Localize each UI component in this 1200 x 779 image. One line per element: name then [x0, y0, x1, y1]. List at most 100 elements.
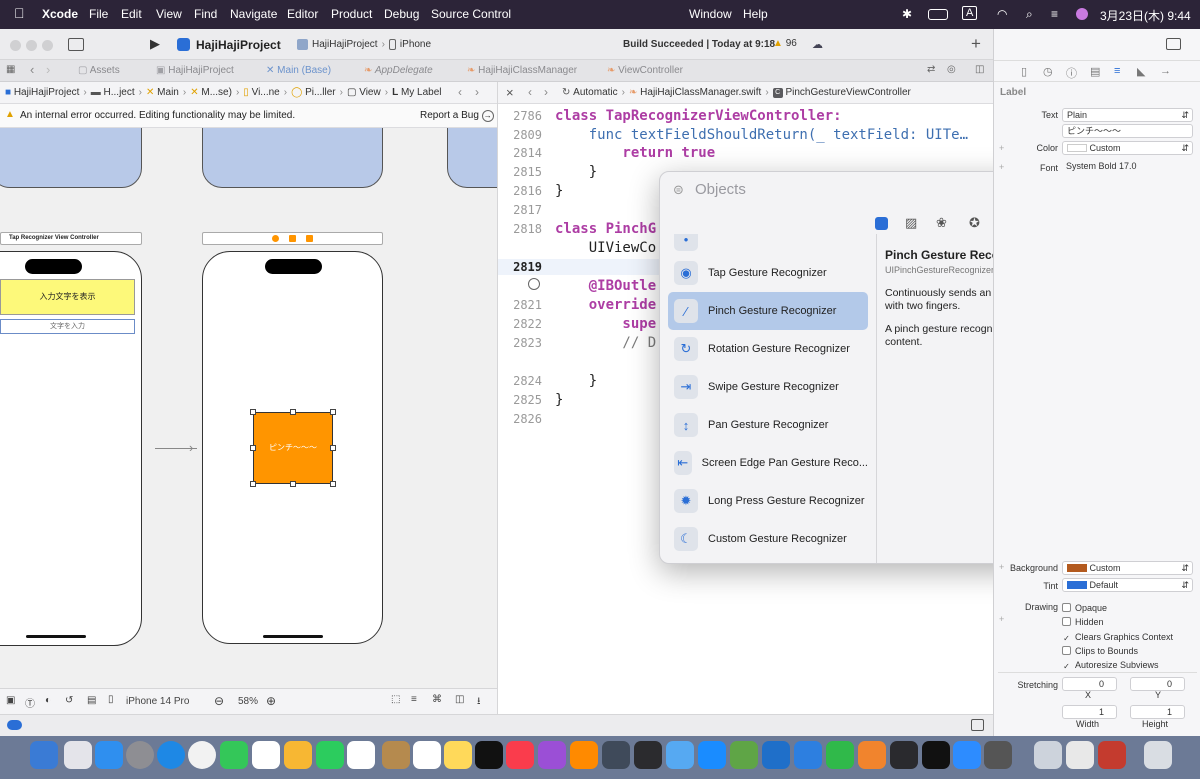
launchpad-icon[interactable]	[64, 741, 92, 769]
resolve-issues-icon[interactable]: ◫	[455, 694, 464, 705]
back-icon[interactable]: ‹	[30, 62, 34, 77]
pages-icon[interactable]	[858, 741, 886, 769]
menu-window[interactable]: Window	[689, 7, 732, 21]
code-line[interactable]: 2816}	[498, 183, 563, 199]
zoom-window-button[interactable]	[42, 40, 53, 51]
accessibility-icon[interactable]: ▤	[87, 695, 96, 706]
tint-select[interactable]: Default ⇵	[1062, 578, 1193, 592]
jump-view[interactable]: View	[359, 87, 381, 98]
music-icon[interactable]	[506, 741, 534, 769]
media-tab-icon[interactable]: ▨	[905, 215, 917, 231]
numbers-icon[interactable]	[826, 741, 854, 769]
forward-icon[interactable]: ›	[475, 85, 479, 99]
font-field[interactable]: System Bold 17.0	[1062, 160, 1193, 174]
stretching-height-field[interactable]: 1	[1130, 705, 1185, 719]
checkbox-clears-context[interactable]: ✓ Clears Graphics Context	[1062, 630, 1173, 644]
orientation-icon[interactable]: ↺	[65, 695, 73, 706]
list-item-long-press[interactable]: ✹ Long Press Gesture Recognizer	[668, 482, 868, 520]
scene-title-bar[interactable]: Tap Recognizer View Controller	[0, 232, 142, 245]
code-line[interactable]: @IBOutle	[498, 278, 656, 294]
notes-icon[interactable]	[444, 741, 472, 769]
pinch-label[interactable]: ピンチ～～～	[253, 412, 333, 484]
attributes-inspector-icon[interactable]: ≡	[1114, 65, 1120, 77]
back-icon[interactable]: ‹	[528, 85, 532, 99]
tab-project[interactable]: ▣ HajiHajiProject	[156, 65, 234, 76]
code-line[interactable]: 2825}	[498, 392, 563, 408]
zoom-out-icon[interactable]: ⊖	[214, 694, 224, 708]
connections-inspector-icon[interactable]: →	[1160, 65, 1171, 77]
debug-panel-icon[interactable]	[971, 719, 984, 731]
device-name[interactable]: iPhone 14 Pro	[126, 696, 189, 707]
app-store-icon[interactable]	[698, 741, 726, 769]
menu-file[interactable]: File	[89, 7, 108, 21]
objects-search-input[interactable]: Objects	[695, 181, 746, 198]
viewcontroller-icon[interactable]	[272, 235, 279, 242]
testflight-icon[interactable]	[666, 741, 694, 769]
code-line[interactable]: 2823 // D	[498, 335, 656, 351]
resize-handle[interactable]	[330, 409, 336, 415]
forward-icon[interactable]: ›	[544, 85, 548, 99]
storyboard-canvas[interactable]: Tap Recognizer View Controller 入力文字を表示 文…	[0, 128, 497, 688]
photos-icon[interactable]	[284, 741, 312, 769]
yellow-label[interactable]: 入力文字を表示	[0, 279, 135, 315]
checkbox-clips-bounds[interactable]: Clips to Bounds	[1062, 644, 1173, 658]
menu-source-control[interactable]: Source Control	[431, 7, 511, 21]
checkbox-autoresize[interactable]: ✓ Autoresize Subviews	[1062, 658, 1173, 672]
textedit-icon[interactable]	[1066, 741, 1094, 769]
menu-find[interactable]: Find	[194, 7, 217, 21]
code-line[interactable]: 2814 return true	[498, 145, 715, 161]
minimize-window-button[interactable]	[26, 40, 37, 51]
report-bug-button[interactable]: Report a Bug →	[420, 110, 494, 122]
apple-icon[interactable]: 	[14, 5, 25, 21]
zoom-in-icon[interactable]: ⊕	[266, 694, 276, 708]
control-center-icon[interactable]: ≡	[1051, 7, 1058, 21]
preview-icon[interactable]	[1034, 741, 1062, 769]
snippets-tab-icon[interactable]: ✪	[969, 215, 980, 231]
list-item-custom-gesture[interactable]: ☾ Custom Gesture Recognizer	[668, 520, 868, 558]
finder-icon[interactable]	[30, 741, 58, 769]
podcasts-icon[interactable]	[538, 741, 566, 769]
add-variation-icon[interactable]: +	[999, 614, 1004, 624]
scheme-selector[interactable]: HajiHajiProject › iPhone	[297, 36, 431, 52]
align-icon[interactable]: ≡	[411, 694, 417, 705]
zoom-icon[interactable]	[953, 741, 981, 769]
messages-icon[interactable]	[220, 741, 248, 769]
activity-monitor-icon[interactable]	[890, 741, 918, 769]
facetime-icon[interactable]	[316, 741, 344, 769]
objects-tab-icon[interactable]	[875, 217, 888, 230]
scene-top-right[interactable]	[447, 128, 497, 188]
stretching-x-field[interactable]: 0	[1062, 677, 1117, 691]
tap-scene-device[interactable]: 入力文字を表示 文字を入力	[0, 251, 142, 646]
cloud-icon[interactable]: ☁	[812, 38, 823, 51]
dark-mode-icon[interactable]: ◐	[45, 695, 51, 706]
inspector-toggle-icon[interactable]	[1166, 38, 1181, 50]
resize-handle[interactable]	[290, 409, 296, 415]
code-line[interactable]: 2824 }	[498, 373, 597, 389]
simulator-icon[interactable]	[634, 741, 662, 769]
split-editor-icon[interactable]: ◫	[975, 64, 984, 75]
code-line[interactable]: 2821 override	[498, 297, 656, 313]
outlet-connection-icon[interactable]	[528, 278, 540, 290]
stretching-width-field[interactable]: 1	[1062, 705, 1117, 719]
xcode-icon[interactable]	[602, 741, 630, 769]
scene-title-bar-pinch[interactable]	[202, 232, 383, 245]
resize-handle[interactable]	[330, 445, 336, 451]
list-item-pan-gesture[interactable]: ↕ Pan Gesture Recognizer	[668, 406, 868, 444]
tab-viewcontroller[interactable]: ❧ ViewController	[607, 65, 683, 76]
related-items-icon[interactable]: ◎	[947, 64, 956, 75]
menu-navigate[interactable]: Navigate	[230, 7, 277, 21]
first-responder-icon[interactable]	[289, 235, 296, 242]
tv-icon[interactable]	[475, 741, 503, 769]
jump-controller[interactable]: Pi...ller	[305, 87, 336, 98]
editor-mode[interactable]: Automatic	[573, 87, 617, 98]
resize-handle[interactable]	[290, 481, 296, 487]
colors-tab-icon[interactable]: ❀	[936, 215, 947, 231]
menu-edit[interactable]: Edit	[121, 7, 142, 21]
menu-help[interactable]: Help	[743, 7, 768, 21]
code-line[interactable]: 2786 class TapRecognizerViewController:	[498, 108, 841, 124]
safari-icon[interactable]	[157, 741, 185, 769]
stretching-y-field[interactable]: 0	[1130, 677, 1185, 691]
code-line[interactable]	[498, 354, 555, 370]
text-content-field[interactable]: ピンチ～～～	[1062, 124, 1193, 138]
grid-icon[interactable]: ▦	[6, 64, 15, 75]
